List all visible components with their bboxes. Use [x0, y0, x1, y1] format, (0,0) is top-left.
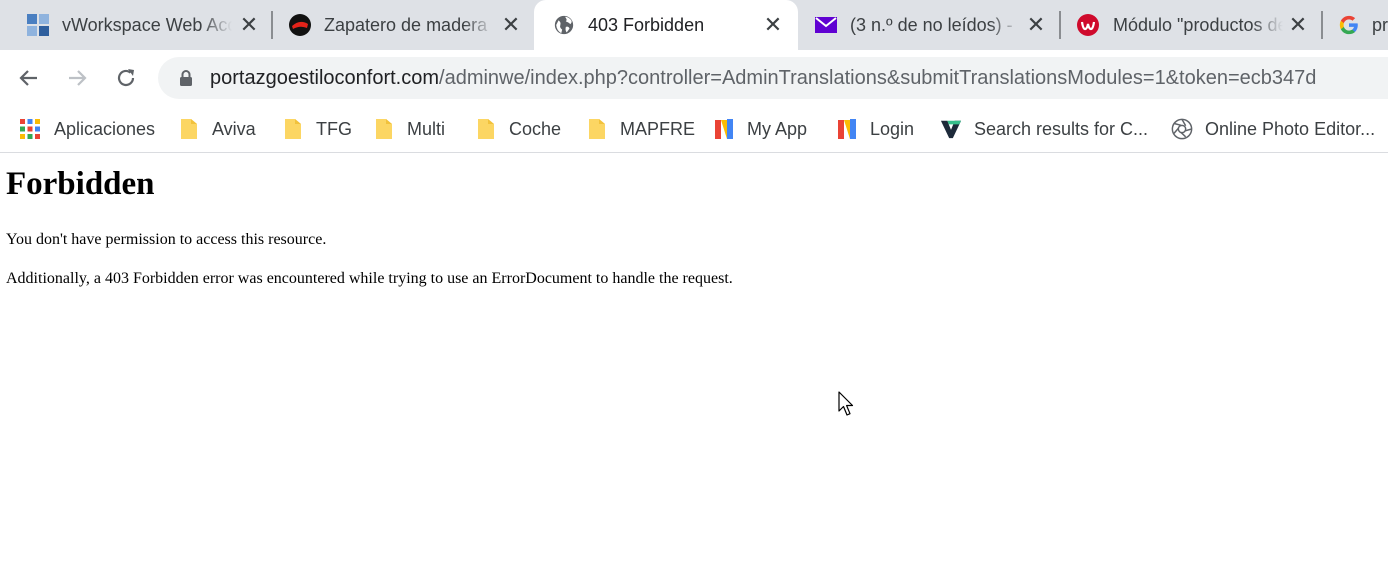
v-logo-icon [940, 118, 962, 140]
back-button[interactable] [13, 62, 45, 94]
tab-mail[interactable]: (3 n.º de no leídos) - ✕ [798, 0, 1060, 50]
bookmark-label: TFG [316, 118, 352, 139]
error-detail: Additionally, a 403 Forbidden error was … [6, 270, 733, 287]
tab-vworkspace[interactable]: vWorkspace Web Access ✕ [0, 0, 272, 50]
bookmark-label: Multi [407, 118, 446, 139]
bookmark-aplicaciones[interactable]: Aplicaciones [19, 114, 155, 144]
shop-logo-icon [288, 13, 312, 37]
bookmark-label: Aviva [212, 118, 256, 139]
reload-icon [117, 69, 135, 87]
tab-strip: vWorkspace Web Access ✕ Zapatero de made… [0, 0, 1388, 50]
aperture-icon [1171, 118, 1193, 140]
bookmark-photo-editor[interactable]: Online Photo Editor... [1171, 114, 1375, 144]
tab-zapatero[interactable]: Zapatero de madera ✕ [262, 0, 534, 50]
vworkspace-icon [26, 13, 50, 37]
folder-icon [475, 118, 497, 140]
bookmark-tfg[interactable]: TFG [282, 114, 352, 144]
bookmark-multi[interactable]: Multi [373, 114, 445, 144]
tab-403-forbidden[interactable]: 403 Forbidden ✕ [534, 0, 798, 50]
mouse-cursor-icon [838, 391, 854, 416]
reload-button[interactable] [110, 62, 142, 94]
mail-icon [814, 13, 838, 37]
browser-toolbar: portazgoestiloconfort.com/adminwe/index.… [0, 50, 1388, 104]
close-tab-icon[interactable]: ✕ [237, 13, 261, 37]
close-tab-icon[interactable]: ✕ [499, 13, 523, 37]
bookmark-label: My App [747, 118, 808, 139]
address-bar[interactable]: portazgoestiloconfort.com/adminwe/index.… [158, 57, 1388, 99]
globe-icon [552, 13, 576, 37]
n-logo-icon [836, 118, 858, 140]
webkul-icon [1076, 13, 1100, 37]
forward-button[interactable] [61, 62, 93, 94]
folder-icon [586, 118, 608, 140]
url-path: /adminwe/index.php?controller=AdminTrans… [439, 67, 1317, 89]
bookmark-label: Aplicaciones [54, 118, 156, 139]
tab-title: (3 n.º de no leídos) - [850, 15, 1013, 35]
apps-grid-icon [19, 118, 41, 140]
bookmark-coche[interactable]: Coche [475, 114, 561, 144]
tab-title: 403 Forbidden [588, 15, 705, 35]
bookmark-my-app[interactable]: My App [713, 114, 807, 144]
tab-title: Módulo "productos de [1113, 15, 1283, 35]
bookmarks-bar: Aplicaciones Aviva TFG Multi Coche MAPFR… [0, 104, 1388, 153]
bookmark-label: MAPFRE [620, 118, 696, 139]
url-text[interactable]: portazgoestiloconfort.com/adminwe/index.… [210, 66, 1316, 90]
folder-icon [373, 118, 395, 140]
bookmark-label: Search results for C... [974, 118, 1149, 139]
bookmark-search-results[interactable]: Search results for C... [940, 114, 1148, 144]
back-arrow-icon [19, 70, 37, 86]
bookmark-mapfre[interactable]: MAPFRE [586, 114, 695, 144]
close-tab-icon[interactable]: ✕ [1286, 13, 1310, 37]
bookmark-login[interactable]: Login [836, 114, 914, 144]
page-content: Forbidden You don't have permission to a… [0, 154, 1388, 566]
close-tab-icon[interactable]: ✕ [761, 13, 785, 37]
folder-icon [178, 118, 200, 140]
error-message: You don't have permission to access this… [6, 231, 327, 248]
bookmark-label: Login [870, 118, 915, 139]
bookmark-label: Online Photo Editor... [1205, 118, 1376, 139]
tab-title: pr [1372, 15, 1388, 35]
page-title: Forbidden [6, 166, 155, 202]
tab-modulo[interactable]: Módulo "productos de ✕ [1060, 0, 1322, 50]
tab-title: vWorkspace Web Access [62, 15, 232, 35]
lock-icon[interactable] [178, 69, 194, 87]
bookmark-aviva[interactable]: Aviva [178, 114, 256, 144]
tab-google[interactable]: pr [1322, 0, 1388, 50]
google-icon [1337, 13, 1361, 37]
tab-title: Zapatero de madera [324, 15, 488, 35]
url-host: portazgoestiloconfort.com [210, 67, 440, 89]
close-tab-icon[interactable]: ✕ [1024, 13, 1048, 37]
n-logo-icon [713, 118, 735, 140]
folder-icon [282, 118, 304, 140]
bookmark-label: Coche [509, 118, 562, 139]
forward-arrow-icon [69, 70, 87, 86]
